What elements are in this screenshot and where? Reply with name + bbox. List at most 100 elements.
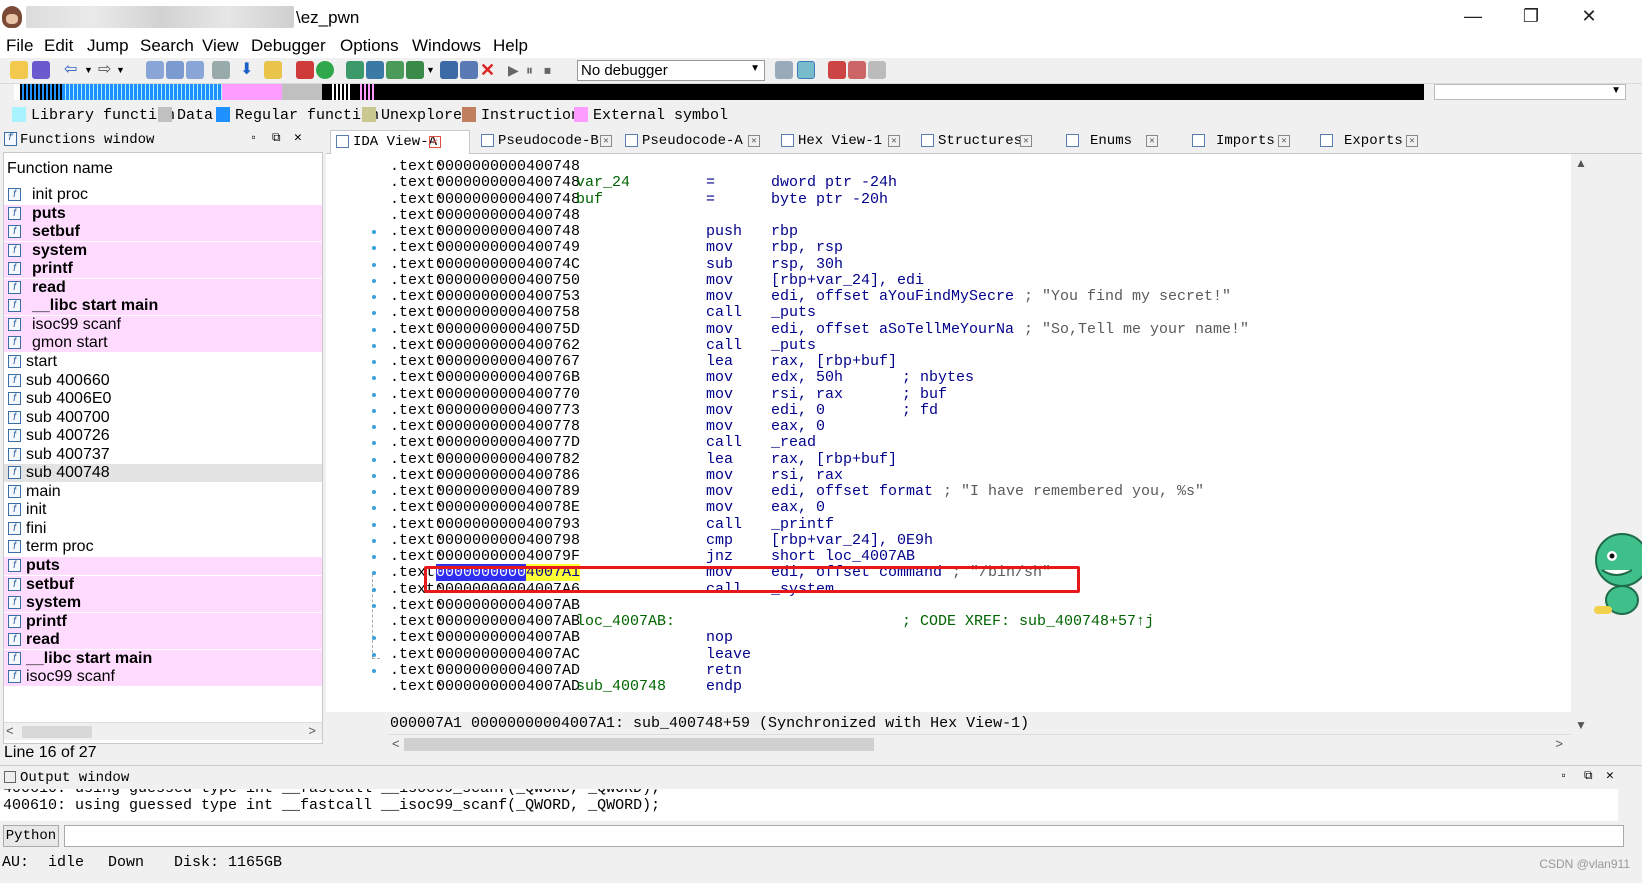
function-list-item[interactable]: f term proc xyxy=(4,538,322,556)
function-list-item[interactable]: f sub 400748 xyxy=(4,464,322,483)
breakpoint-gutter-dot[interactable] xyxy=(372,343,376,348)
breakpoint-gutter-dot[interactable] xyxy=(372,473,376,478)
forward-arrow-icon[interactable]: ⇨ xyxy=(98,61,116,79)
stop-icon[interactable]: ⏹ xyxy=(544,61,562,79)
function-list-item[interactable]: f sub 400660 xyxy=(4,372,322,390)
close-tab-icon[interactable]: ✕ xyxy=(888,135,900,147)
menu-debugger[interactable]: Debugger xyxy=(251,36,326,56)
function-list-item[interactable]: f __libc start main xyxy=(4,297,322,316)
debugger-select[interactable]: No debugger ▼ xyxy=(577,60,765,81)
float-window-icon[interactable]: ▫ xyxy=(1560,769,1567,783)
function-name-column-header[interactable]: Function name xyxy=(7,160,113,178)
breakpoint-add-icon[interactable] xyxy=(848,61,866,79)
graph-icon-5[interactable] xyxy=(440,61,458,79)
pause-icon[interactable]: ⏸ xyxy=(526,61,544,79)
scroll-right-icon[interactable]: > xyxy=(308,723,316,738)
function-list-item[interactable]: f printf xyxy=(4,260,322,279)
scroll-left-icon[interactable]: < xyxy=(392,736,400,751)
float-window-icon[interactable]: ▫ xyxy=(250,131,257,145)
close-tab-icon[interactable]: ✕ xyxy=(429,136,441,148)
graph-icon-2[interactable] xyxy=(366,61,384,79)
command-input[interactable] xyxy=(64,825,1624,847)
restore-window-icon[interactable]: ⧉ xyxy=(1584,769,1593,783)
disassembly-horizontal-scrollbar[interactable]: < > xyxy=(388,734,1571,754)
binary-search-icon[interactable] xyxy=(146,61,164,79)
save-icon[interactable] xyxy=(32,61,50,79)
breakpoint-gutter-dot[interactable] xyxy=(372,538,376,543)
tab-pseudocode-b[interactable]: Pseudocode-B ✕ xyxy=(476,130,612,153)
forward-dropdown-icon[interactable]: ▼ xyxy=(116,61,134,79)
breakpoint-gutter-dot[interactable] xyxy=(372,587,376,592)
function-list-item[interactable]: f init proc xyxy=(4,186,322,204)
tab-hex-view-1[interactable]: Hex View-1 ✕ xyxy=(776,130,906,153)
menu-jump[interactable]: Jump xyxy=(87,36,129,56)
function-list-item[interactable]: f init xyxy=(4,501,322,519)
scroll-thumb[interactable] xyxy=(22,726,92,738)
function-list-item[interactable]: f main xyxy=(4,483,322,501)
minimize-button[interactable]: — xyxy=(1458,6,1488,28)
close-tab-icon[interactable]: ✕ xyxy=(1020,135,1032,147)
breakpoint-list-icon[interactable] xyxy=(828,61,846,79)
breakpoint-gutter-dot[interactable] xyxy=(372,425,376,429)
menu-edit[interactable]: Edit xyxy=(44,36,73,56)
back-arrow-icon[interactable]: ⇦ xyxy=(64,61,82,79)
function-list-item[interactable]: f setbuf xyxy=(4,575,322,594)
function-list-item[interactable]: f isoc99 scanf xyxy=(4,315,322,334)
function-list-item[interactable]: f sub 400726 xyxy=(4,427,322,445)
menu-search[interactable]: Search xyxy=(140,36,194,56)
close-tab-icon[interactable]: ✕ xyxy=(1146,135,1158,147)
play-icon[interactable]: ▶ xyxy=(508,61,526,79)
navigation-dropdown[interactable]: ▼ xyxy=(1434,84,1626,100)
breakpoint-gutter-dot[interactable] xyxy=(372,555,376,559)
menu-view[interactable]: View xyxy=(202,36,239,56)
scroll-thumb[interactable] xyxy=(404,738,874,751)
breakpoint-gutter-dot[interactable] xyxy=(372,327,376,332)
python-language-button[interactable]: Python xyxy=(3,825,59,847)
close-panel-icon[interactable]: ✕ xyxy=(294,130,302,145)
function-list-item[interactable]: f gmon start xyxy=(4,334,322,353)
functions-horizontal-scrollbar[interactable]: < > xyxy=(4,722,322,740)
breakpoint-gutter-dot[interactable] xyxy=(372,262,376,267)
breakpoint-gutter-dot[interactable] xyxy=(372,603,376,608)
restore-window-icon[interactable]: ⧉ xyxy=(272,131,281,145)
graph-icon-3[interactable] xyxy=(386,61,404,79)
menu-windows[interactable]: Windows xyxy=(412,36,481,56)
breakpoint-gutter-dot[interactable] xyxy=(372,522,376,527)
breakpoint-gutter-dot[interactable] xyxy=(372,408,376,413)
debug-attach-icon[interactable] xyxy=(775,61,793,79)
breakpoint-gutter-dot[interactable] xyxy=(372,230,376,234)
tab-pseudocode-a[interactable]: Pseudocode-A ✕ xyxy=(620,130,760,153)
function-list-item[interactable]: f sub 4006E0 xyxy=(4,390,322,408)
breakpoint-gutter-dot[interactable] xyxy=(372,490,376,494)
function-list-item[interactable]: f start xyxy=(4,353,322,371)
function-list-item[interactable]: f puts xyxy=(4,204,322,223)
navigation-band[interactable] xyxy=(14,84,1424,100)
function-list-item[interactable]: f sub 400700 xyxy=(4,409,322,427)
run-green-icon[interactable] xyxy=(316,61,334,79)
graph-icon-4[interactable] xyxy=(406,61,424,79)
function-list-item[interactable]: f isoc99 scanf xyxy=(4,668,322,687)
tab-enums[interactable]: Enums ✕ xyxy=(1060,130,1160,153)
scroll-down-icon[interactable]: ▼ xyxy=(1575,718,1587,732)
function-list-item[interactable]: f fini xyxy=(4,520,322,538)
breakpoint-gutter-dot[interactable] xyxy=(372,295,376,299)
close-button[interactable]: ✕ xyxy=(1574,6,1604,28)
breakpoint-gutter-dot[interactable] xyxy=(372,278,376,283)
delete-x-icon[interactable]: ✕ xyxy=(480,61,498,79)
breakpoint-gutter-dot[interactable] xyxy=(372,668,376,673)
close-tab-icon[interactable]: ✕ xyxy=(1278,135,1290,147)
function-list-item[interactable]: f puts xyxy=(4,557,322,575)
tab-exports[interactable]: Exports ✕ xyxy=(1314,130,1424,153)
close-panel-icon[interactable]: ✕ xyxy=(1606,768,1614,783)
download-arrow-icon[interactable]: ⬇ xyxy=(240,61,258,79)
function-list-item[interactable]: f read xyxy=(4,278,322,297)
output-log[interactable]: 400610: using guessed type int __fastcal… xyxy=(0,789,1618,821)
scroll-up-icon[interactable]: ▲ xyxy=(1575,156,1587,170)
tab-imports[interactable]: Imports ✕ xyxy=(1186,130,1296,153)
script-icon[interactable] xyxy=(264,61,282,79)
function-list-item[interactable]: f read xyxy=(4,631,322,650)
debug-step-icon[interactable] xyxy=(797,61,815,79)
breakpoint-gutter-dot[interactable] xyxy=(372,392,376,397)
tab-structures[interactable]: Structures ✕ xyxy=(916,130,1036,153)
scroll-left-icon[interactable]: < xyxy=(6,723,14,738)
